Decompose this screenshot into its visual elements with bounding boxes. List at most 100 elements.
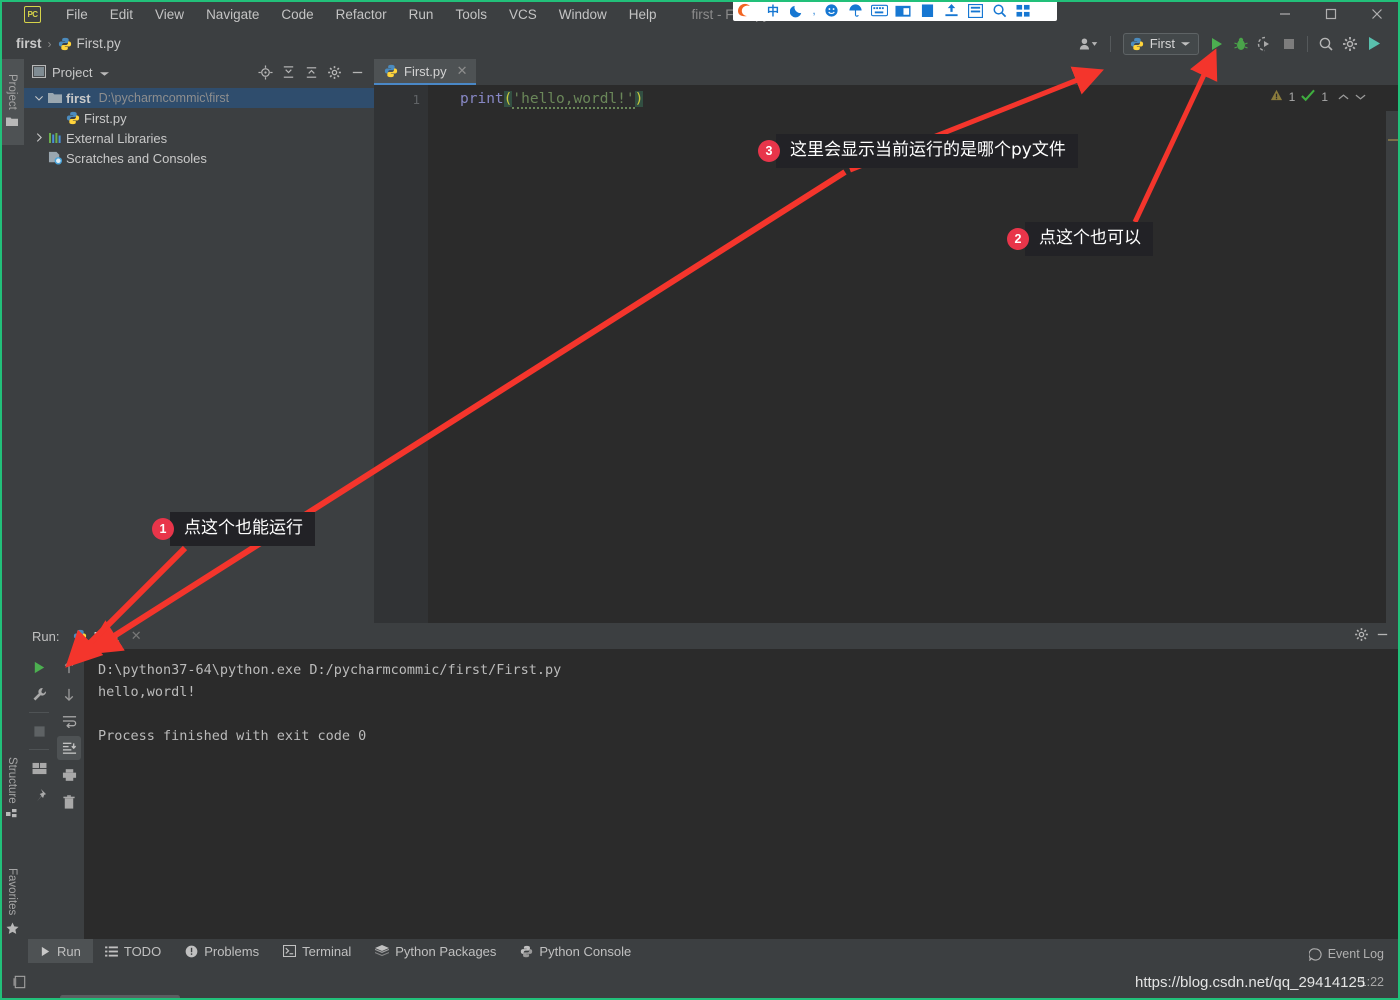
- warning-marker[interactable]: [1388, 139, 1398, 141]
- updates-icon[interactable]: [1362, 32, 1386, 56]
- callout-2: 2 点这个也可以: [1007, 222, 1153, 257]
- search-icon[interactable]: [1314, 32, 1338, 56]
- calendar-icon[interactable]: [891, 0, 915, 21]
- print-icon[interactable]: [57, 763, 81, 787]
- tree-node-first-path: D:\pycharmcommic\first: [98, 91, 230, 105]
- expand-all-icon[interactable]: [278, 63, 298, 83]
- close-icon[interactable]: ✕: [131, 628, 142, 644]
- bottom-tab-python-console[interactable]: Python Console: [508, 939, 643, 963]
- clipboard-icon[interactable]: [915, 0, 939, 21]
- hide-icon[interactable]: [1375, 627, 1390, 645]
- terminal-icon: [283, 945, 297, 957]
- bottom-tab-python-packages[interactable]: Python Packages: [363, 939, 508, 963]
- code-line-1[interactable]: print('hello,wordl!'): [428, 85, 1400, 109]
- scroll-to-end-icon[interactable]: [57, 736, 81, 760]
- stop-icon[interactable]: [1277, 32, 1301, 56]
- console-output[interactable]: D:\python37-64\python.exe D:/pycharmcomm…: [84, 649, 1400, 939]
- menu-vcs[interactable]: VCS: [498, 4, 548, 25]
- bottom-tab-problems[interactable]: Problems: [173, 939, 271, 963]
- bottom-tab-todo[interactable]: TODO: [93, 939, 173, 963]
- menu-view[interactable]: View: [144, 4, 195, 25]
- bottom-tab-terminal[interactable]: Terminal: [271, 939, 363, 963]
- arrow-down-icon[interactable]: [57, 682, 81, 706]
- breadcrumb-file[interactable]: First.py: [58, 36, 121, 51]
- upload-icon[interactable]: [939, 0, 963, 21]
- tree-node-external-libraries-label: External Libraries: [66, 130, 168, 146]
- sidebar-item-favorites[interactable]: Favorites: [0, 853, 24, 953]
- todo-icon: [104, 945, 118, 957]
- panel-icon[interactable]: [963, 0, 987, 21]
- menu-run[interactable]: Run: [398, 4, 445, 25]
- toolbar-divider: [29, 712, 49, 713]
- menu-tools[interactable]: Tools: [444, 4, 498, 25]
- gear-icon[interactable]: [324, 63, 344, 83]
- stop-icon[interactable]: [27, 719, 51, 743]
- hide-icon[interactable]: [347, 63, 367, 83]
- horizontal-scrollbar[interactable]: [60, 995, 180, 1000]
- wrench-icon[interactable]: [27, 682, 51, 706]
- chevron-up-icon[interactable]: [1338, 90, 1349, 104]
- sidebar-item-structure[interactable]: Structure: [0, 737, 24, 843]
- bottom-tab-python-console-label: Python Console: [539, 943, 632, 959]
- bottom-tab-run[interactable]: Run: [28, 939, 93, 963]
- chevron-down-icon[interactable]: [32, 93, 46, 103]
- gear-icon[interactable]: [1354, 627, 1369, 645]
- menu-file[interactable]: File: [55, 4, 99, 25]
- sogou-logo-icon[interactable]: [733, 0, 761, 21]
- chevron-down-icon[interactable]: [100, 65, 110, 80]
- run-icon[interactable]: [27, 655, 51, 679]
- arrow-up-icon[interactable]: [57, 655, 81, 679]
- packages-icon: [375, 944, 390, 956]
- soft-wrap-icon[interactable]: [57, 709, 81, 733]
- minimize-icon[interactable]: [1262, 0, 1308, 28]
- layout-icon[interactable]: [27, 756, 51, 780]
- ime-toolbar[interactable]: 中 ,: [733, 0, 1057, 21]
- console-line-4: Process finished with exit code 0: [98, 728, 367, 744]
- tree-node-external-libraries[interactable]: External Libraries: [24, 128, 374, 148]
- collapse-all-icon[interactable]: [301, 63, 321, 83]
- tree-node-scratches[interactable]: Scratches and Consoles: [24, 148, 374, 168]
- emoji-icon[interactable]: [819, 0, 843, 21]
- keyboard-icon[interactable]: [867, 0, 891, 21]
- line-number: 1: [412, 92, 420, 107]
- menu-window[interactable]: Window: [548, 4, 618, 25]
- trash-icon[interactable]: [57, 790, 81, 814]
- run-icon[interactable]: [1205, 32, 1229, 56]
- project-panel-header: Project: [24, 59, 374, 86]
- close-icon[interactable]: [1354, 0, 1400, 28]
- chevron-down-icon[interactable]: [1355, 90, 1366, 104]
- menu-refactor[interactable]: Refactor: [325, 4, 398, 25]
- pin-icon[interactable]: [27, 783, 51, 807]
- sidebar-item-project[interactable]: Project: [0, 59, 24, 145]
- maximize-icon[interactable]: [1308, 0, 1354, 28]
- debug-bug-icon[interactable]: [1229, 32, 1253, 56]
- gear-icon[interactable]: [1338, 32, 1362, 56]
- menu-help[interactable]: Help: [618, 4, 668, 25]
- comma-icon[interactable]: ,: [809, 5, 819, 17]
- layout-toggle-icon[interactable]: [12, 974, 28, 990]
- user-avatar-icon[interactable]: [1074, 32, 1104, 56]
- run-tab-first[interactable]: First ✕: [73, 628, 142, 644]
- event-log-button[interactable]: Event Log: [1308, 947, 1384, 961]
- close-icon[interactable]: ✕: [457, 63, 468, 79]
- menu-edit[interactable]: Edit: [99, 4, 144, 25]
- run-configuration-selector[interactable]: First: [1122, 32, 1199, 55]
- editor-scrollbar[interactable]: [1386, 111, 1400, 623]
- tab-firstpy[interactable]: First.py ✕: [374, 59, 476, 85]
- breadcrumb-separator: ›: [47, 36, 52, 51]
- search-icon[interactable]: [987, 0, 1011, 21]
- breadcrumb-project[interactable]: first: [16, 36, 42, 51]
- chevron-right-icon[interactable]: [32, 132, 46, 144]
- tree-node-first[interactable]: first D:\pycharmcommic\first: [24, 88, 374, 108]
- run-with-coverage-icon[interactable]: [1253, 32, 1277, 56]
- bottom-tab-run-label: Run: [57, 943, 81, 959]
- menu-code[interactable]: Code: [270, 4, 324, 25]
- apps-icon[interactable]: [1011, 0, 1035, 21]
- menu-navigate[interactable]: Navigate: [195, 4, 270, 25]
- umbrella-icon[interactable]: [843, 0, 867, 21]
- chinese-mode-icon[interactable]: 中: [761, 0, 785, 21]
- moon-icon[interactable]: [785, 0, 809, 21]
- inspection-widget[interactable]: 1 1: [1270, 89, 1366, 105]
- tree-node-firstpy[interactable]: First.py: [24, 108, 374, 128]
- locate-icon[interactable]: [255, 63, 275, 83]
